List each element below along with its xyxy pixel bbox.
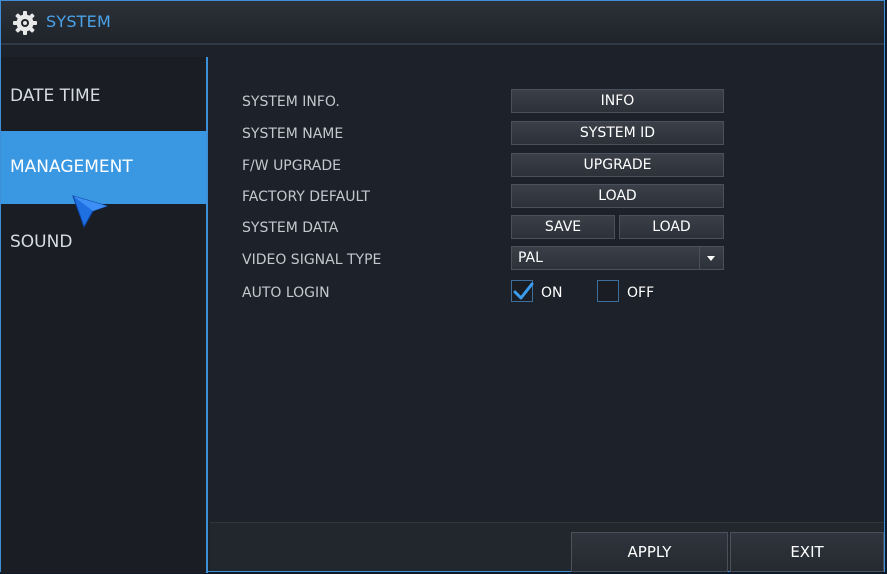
auto-login-off-label: OFF bbox=[627, 285, 655, 301]
system-data-label: SYSTEM DATA bbox=[242, 220, 339, 236]
chevron-down-icon[interactable] bbox=[699, 247, 723, 269]
factory-default-label: FACTORY DEFAULT bbox=[242, 189, 370, 205]
system-info-label: SYSTEM INFO. bbox=[242, 94, 340, 110]
auto-login-off-checkbox[interactable] bbox=[597, 280, 619, 302]
video-signal-type-value: PAL bbox=[518, 250, 543, 266]
upgrade-button[interactable]: UPGRADE bbox=[511, 153, 724, 177]
factory-load-button[interactable]: LOAD bbox=[511, 184, 724, 208]
system-id-button[interactable]: SYSTEM ID bbox=[511, 121, 724, 145]
exit-button[interactable]: EXIT bbox=[730, 532, 884, 572]
system-window: SYSTEM DATE TIME MANAGEMENT SOUND SYSTEM… bbox=[0, 0, 885, 573]
video-signal-type-select[interactable]: PAL bbox=[511, 246, 724, 270]
info-button[interactable]: INFO bbox=[511, 89, 724, 113]
mouse-cursor-icon bbox=[72, 195, 109, 229]
auto-login-label: AUTO LOGIN bbox=[242, 285, 330, 301]
sidebar-item-date-time[interactable]: DATE TIME bbox=[1, 86, 206, 116]
system-data-load-button[interactable]: LOAD bbox=[619, 215, 724, 239]
apply-button[interactable]: APPLY bbox=[571, 532, 728, 572]
checkmark-icon bbox=[513, 282, 534, 300]
window-title: SYSTEM bbox=[46, 12, 111, 31]
system-name-label: SYSTEM NAME bbox=[242, 126, 344, 142]
auto-login-on-label: ON bbox=[541, 285, 563, 301]
fw-upgrade-label: F/W UPGRADE bbox=[242, 158, 341, 174]
system-data-save-button[interactable]: SAVE bbox=[511, 215, 615, 239]
gear-icon bbox=[13, 11, 37, 35]
sidebar: DATE TIME MANAGEMENT SOUND bbox=[1, 57, 208, 573]
video-signal-type-label: VIDEO SIGNAL TYPE bbox=[242, 252, 382, 268]
title-bar: SYSTEM bbox=[1, 1, 884, 45]
auto-login-on-checkbox[interactable] bbox=[511, 280, 534, 302]
sidebar-item-sound[interactable]: SOUND bbox=[1, 232, 206, 262]
